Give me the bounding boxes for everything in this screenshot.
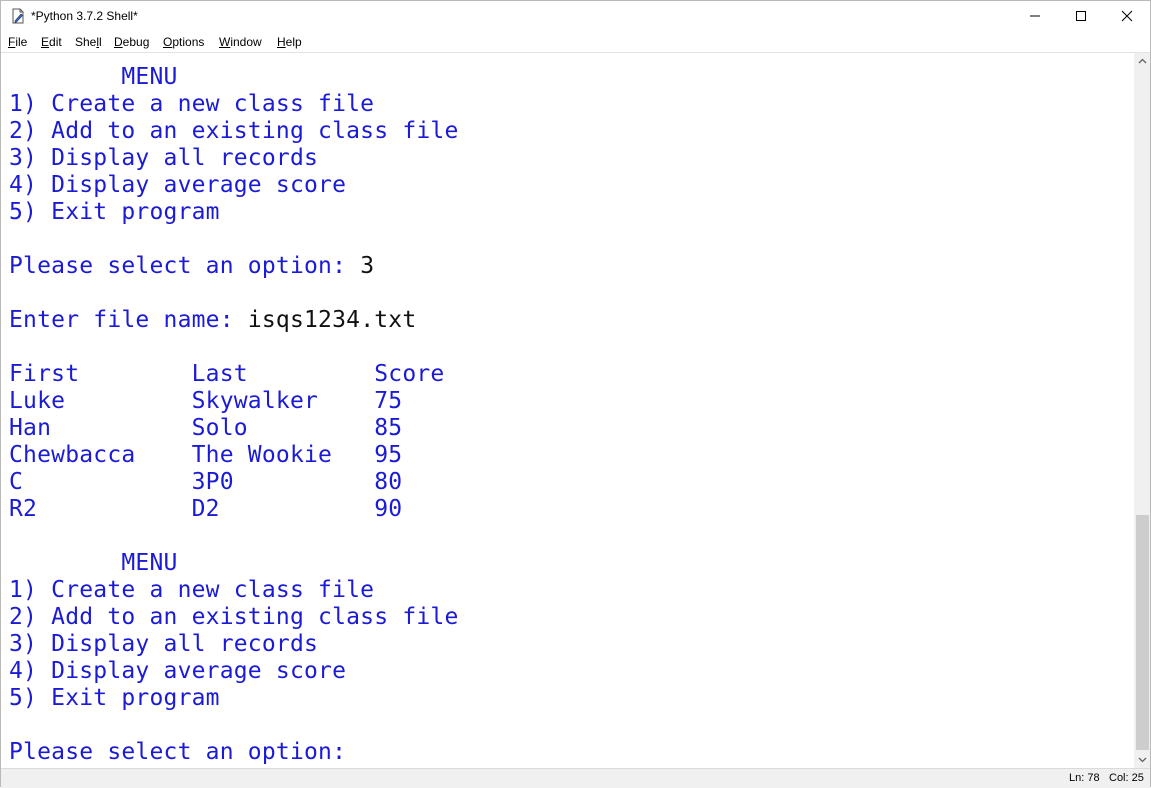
close-button[interactable] [1104,1,1150,31]
menu-option-2: 2) Add to an existing class file [9,604,459,630]
user-input-option: 3 [360,253,375,279]
menu-debug-mnemonic: D [114,35,123,49]
file-name-prompt: Enter file name: [9,307,248,333]
menu-options-mnemonic: O [163,35,173,49]
menu-shell-label-end: l [99,35,102,49]
menu-option-3: 3) Display all records [9,145,319,171]
menu-option-4: 4) Display average score [9,172,347,198]
select-option-line: Please select an option: 3 [9,253,374,280]
menu-option-4: 4) Display average score [9,658,347,684]
menu-edit-mnemonic: E [41,35,50,49]
menu-options-label: ptions [172,35,205,49]
menu-file[interactable]: File [8,35,27,49]
menu-help-mnemonic: H [277,35,286,49]
menu-options[interactable]: Options [163,35,204,49]
menu-help-label: elp [285,35,302,49]
table-row: R2 D2 90 [9,496,403,522]
select-option-prompt: Please select an option: [9,253,361,279]
maximize-button[interactable] [1058,1,1104,31]
chevron-down-icon [1138,757,1146,763]
file-name-line: Enter file name: isqs1234.txt [9,307,416,334]
table-row: Luke Skywalker 75 [9,388,403,414]
window-title: *Python 3.7.2 Shell* [31,9,138,23]
menu-option-2: 2) Add to an existing class file [9,118,459,144]
menu-window-label: indow [230,35,262,49]
menu-window-mnemonic: W [219,35,231,49]
table-row: C 3P0 80 [9,469,403,495]
title-bar[interactable]: *Python 3.7.2 Shell* [1,1,1150,31]
menu-debug-label: ebug [122,35,150,49]
minimize-button[interactable] [1012,1,1058,31]
menu-option-5: 5) Exit program [9,199,220,225]
scroll-up-button[interactable] [1134,53,1150,69]
menu-title: MENU [9,64,178,90]
menu-option-1: 1) Create a new class file [9,577,375,603]
menu-option-1: 1) Create a new class file [9,91,375,117]
menu-debug[interactable]: Debug [114,35,149,49]
table-row: Han Solo 85 [9,415,403,441]
column-number: Col: 25 [1109,772,1144,784]
table-header: First Last Score [9,361,445,387]
minimize-icon [1030,15,1040,17]
close-icon [1121,10,1133,22]
select-option-prompt: Please select an option: [9,739,361,765]
menu-edit[interactable]: Edit [41,35,62,49]
status-bar: Ln: 78 Col: 25 [1,768,1150,788]
idle-app-icon [10,8,26,24]
menu-shell-label-start: She [75,35,97,49]
table-row: Chewbacca The Wookie 95 [9,442,403,468]
menu-help[interactable]: Help [277,35,302,49]
menu-option-3: 3) Display all records [9,631,319,657]
line-number: Ln: 78 [1069,772,1100,784]
shell-text-area[interactable]: MENU 1) Create a new class file 2) Add t… [2,53,1134,768]
vertical-scrollbar[interactable] [1134,53,1150,768]
menu-bar: File Edit Shell Debug Options Window Hel… [1,31,1150,53]
menu-window[interactable]: Window [219,35,262,49]
scroll-down-button[interactable] [1134,752,1150,768]
user-input-filename: isqs1234.txt [247,307,417,333]
menu-title: MENU [9,550,178,576]
maximize-icon [1076,11,1086,21]
menu-option-5: 5) Exit program [9,685,220,711]
menu-file-label: ile [15,35,28,49]
idle-shell-window: *Python 3.7.2 Shell* File Edit Shell Deb… [0,0,1151,788]
menu-shell[interactable]: Shell [75,35,102,49]
menu-edit-label: dit [49,35,62,49]
scrollbar-thumb[interactable] [1136,515,1149,750]
chevron-up-icon [1138,58,1146,64]
